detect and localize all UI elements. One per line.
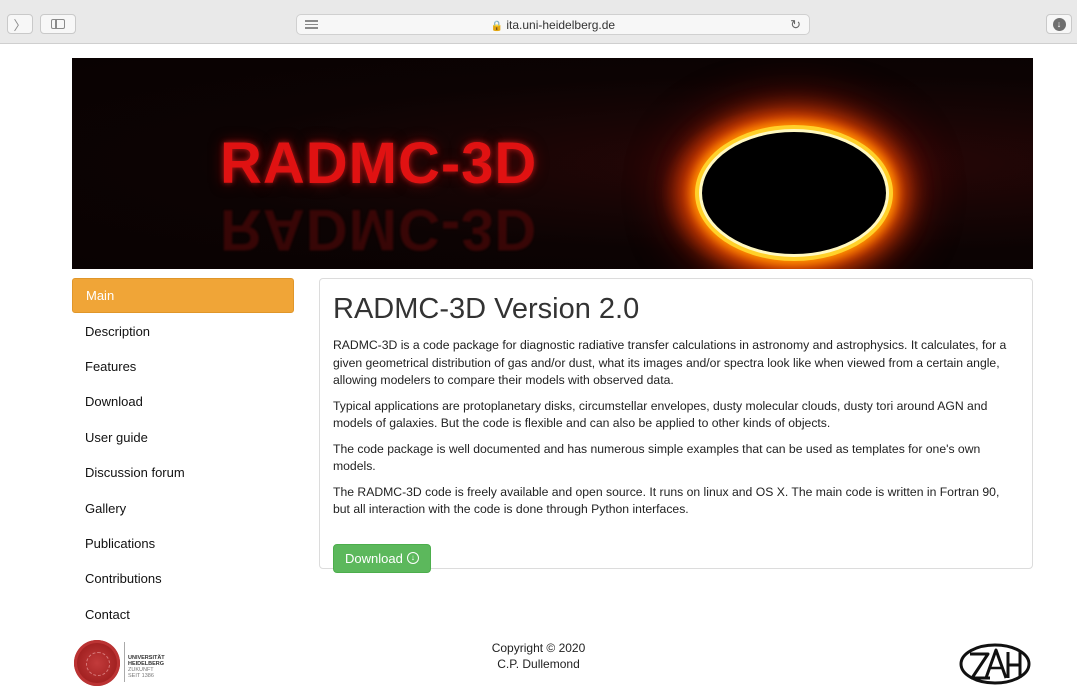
url-text: 🔒 ita.uni-heidelberg.de (297, 18, 809, 32)
main-content-panel: RADMC-3D Version 2.0 RADMC-3D is a code … (319, 278, 1033, 573)
license-paragraph: The RADMC-3D code is freely available an… (333, 484, 1000, 517)
nav-item-user-guide[interactable]: User guide (72, 420, 294, 455)
zah-logo[interactable] (958, 640, 1032, 685)
nav-item-gallery[interactable]: Gallery (72, 490, 294, 525)
forward-button[interactable]: 〉 (7, 14, 33, 34)
downloads-button[interactable]: ↓ (1046, 14, 1072, 34)
lock-icon: 🔒 (490, 21, 504, 32)
nav-item-description[interactable]: Description (72, 313, 294, 348)
nav-item-discussion-forum[interactable]: Discussion forum (72, 455, 294, 490)
documentation-paragraph: The code package is well documented and … (333, 441, 981, 474)
nav-item-publications[interactable]: Publications (72, 526, 294, 561)
address-bar[interactable]: 🔒 ita.uni-heidelberg.de ↻ (296, 14, 810, 35)
page-title: RADMC-3D Version 2.0 (333, 293, 640, 325)
url-label: ita.uni-heidelberg.de (506, 18, 616, 32)
applications-paragraph: Typical applications are protoplanetary … (333, 398, 988, 431)
banner-title-reflection: RADMC-3D (220, 197, 538, 262)
download-button-label: Download (345, 550, 403, 566)
author-text: C.P. Dullemond (497, 657, 580, 671)
reload-icon[interactable]: ↻ (790, 17, 801, 33)
download-button[interactable]: Download ↓ (333, 543, 431, 573)
download-circle-icon: ↓ (406, 552, 419, 564)
site-banner: RADMC-3D RADMC-3D (72, 58, 1033, 269)
nav-item-main[interactable]: Main (72, 278, 294, 314)
footer-copyright: Copyright © 2020 C.P. Dullemond (0, 640, 1077, 672)
nav-item-contact[interactable]: Contact (72, 597, 294, 632)
sidebar-icon (51, 19, 65, 29)
uni-line-4: SEIT 1386 (128, 673, 154, 679)
nav-item-features[interactable]: Features (72, 349, 294, 384)
nav-item-download[interactable]: Download (72, 384, 294, 419)
sidebar-nav: Main Description Features Download User … (72, 278, 294, 632)
browser-toolbar: 〉 🔒 ita.uni-heidelberg.de ↻ ↓ (0, 0, 1077, 44)
sidebar-toggle-button[interactable] (40, 14, 76, 34)
zah-logo-icon (959, 643, 1031, 685)
banner-title: RADMC-3D (220, 131, 538, 196)
chevron-right-icon: 〉 (13, 17, 27, 33)
intro-paragraph: RADMC-3D is a code package for diagnosti… (333, 338, 1007, 387)
download-icon: ↓ (1052, 17, 1066, 31)
copyright-text: Copyright © 2020 (491, 641, 586, 655)
nav-item-contributions[interactable]: Contributions (72, 561, 294, 596)
glowing-ring-image (702, 132, 886, 254)
